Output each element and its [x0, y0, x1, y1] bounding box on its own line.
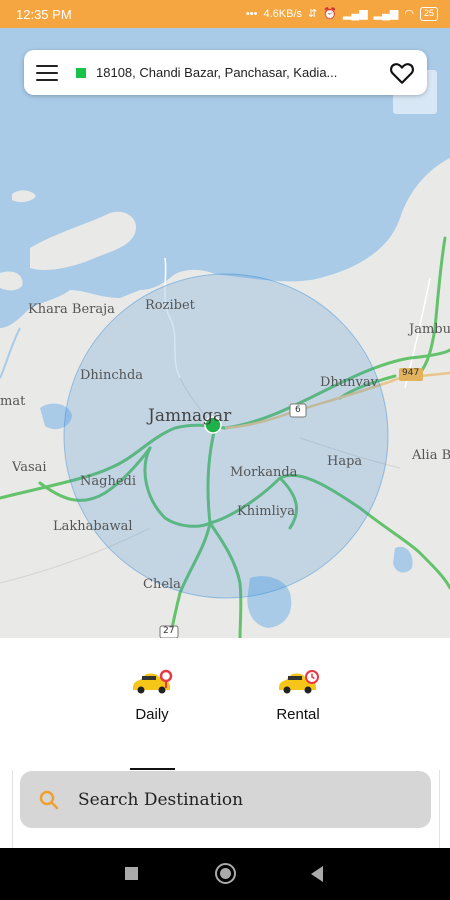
tab-rental-label: Rental	[276, 706, 320, 723]
map-label-khara-beraja: Khara Beraja	[28, 302, 115, 317]
highway-shield-27: 27	[163, 626, 175, 636]
status-time: 12:35 PM	[16, 6, 72, 22]
taxi-clock-icon	[279, 670, 319, 694]
recents-icon[interactable]	[125, 867, 138, 880]
map-label-jambuda: Jambu	[409, 322, 450, 337]
pickup-address[interactable]: 18108, Chandi Bazar, Panchasar, Kadia...	[96, 65, 379, 80]
battery-icon: 25	[419, 7, 438, 21]
bottom-sheet: Daily Rental Search Destination	[0, 638, 450, 850]
tab-daily-label: Daily	[135, 706, 169, 723]
pickup-dot-icon	[76, 67, 86, 78]
status-bar: 12:35 PM ••• 4.6KB/s ⇵ ⏰ ▂▄▆ ▂▄▆ ◠ 25	[0, 0, 450, 28]
notification-dots-icon: •••	[245, 7, 258, 20]
alarm-icon: ⏰	[323, 7, 337, 20]
location-search-card[interactable]: 18108, Chandi Bazar, Panchasar, Kadia...	[24, 50, 427, 95]
map-label-rozibet: Rozibet	[145, 298, 195, 313]
system-nav-bar	[0, 848, 450, 900]
signal-icon: ▂▄▆	[342, 7, 368, 20]
map-label-lakhabawal: Lakhabawal	[53, 519, 133, 534]
tab-rental[interactable]: Rental	[253, 668, 343, 723]
back-icon[interactable]	[311, 866, 323, 882]
menu-icon[interactable]	[36, 64, 58, 81]
map-label-morkanda: Morkanda	[230, 465, 298, 480]
taxi-pin-icon	[133, 669, 173, 694]
status-indicators: ••• 4.6KB/s ⇵ ⏰ ▂▄▆ ▂▄▆ ◠ 25	[246, 7, 438, 21]
signal-icon-2: ▂▄▆	[373, 7, 399, 20]
network-speed: 4.6KB/s	[263, 8, 303, 20]
map-label-dhunvav: Dhunvav	[320, 375, 378, 390]
heart-icon[interactable]	[389, 61, 415, 85]
map-label-naghedi: Naghedi	[80, 474, 136, 489]
map-label-jamnagar: Jamnagar	[148, 406, 232, 426]
search-icon	[39, 790, 59, 809]
highway-shield-947: 947	[402, 368, 420, 378]
home-icon[interactable]	[215, 863, 236, 884]
map-label-dhinchda: Dhinchda	[80, 368, 144, 383]
arrows-icon: ⇵	[308, 7, 318, 20]
map-label-hapa: Hapa	[327, 454, 363, 469]
highway-shield-6: 6	[295, 405, 301, 415]
search-destination-button[interactable]: Search Destination	[20, 771, 431, 828]
map-label-alia-bada: Alia B	[412, 448, 450, 463]
wifi-icon: ◠	[404, 7, 414, 20]
tab-daily[interactable]: Daily	[107, 668, 197, 723]
map-view[interactable]: Khara Beraja Rozibet Dhinchda Jamnagar D…	[0, 28, 450, 638]
map-label-vasai: Vasai	[12, 460, 47, 475]
map-label-partial: mat	[0, 394, 26, 409]
map-label-chela: Chela	[143, 577, 181, 592]
map-canvas	[0, 28, 450, 638]
map-label-khimliya: Khimliya	[237, 504, 295, 519]
ride-type-tabs: Daily Rental	[0, 668, 450, 770]
search-destination-label: Search Destination	[78, 789, 244, 810]
